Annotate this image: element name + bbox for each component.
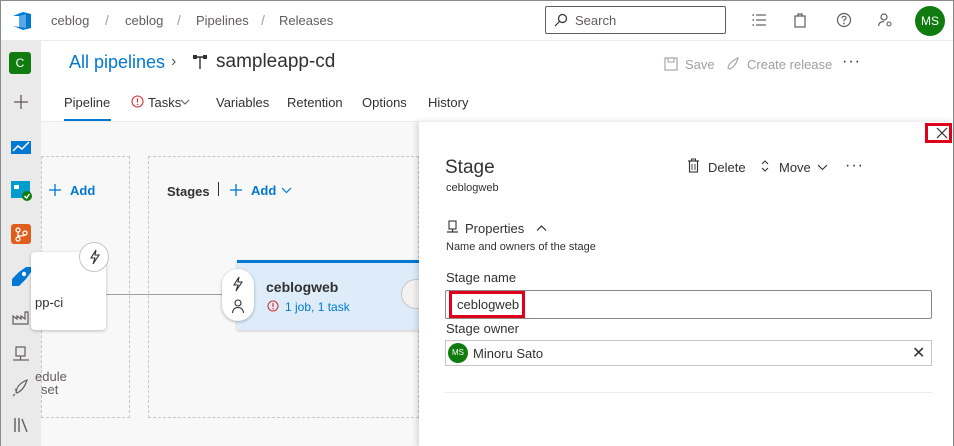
help-icon[interactable] [835, 11, 853, 29]
breadcrumb-pipelines[interactable]: Pipelines [196, 13, 249, 28]
warning-icon [131, 95, 144, 108]
breadcrumb-org[interactable]: ceblog [51, 13, 89, 28]
person-icon [231, 299, 245, 314]
add-stage-button[interactable]: Add [251, 183, 276, 198]
repos-icon[interactable] [8, 221, 34, 247]
panel-more-button[interactable]: ··· [845, 157, 864, 175]
stage-name-highlight [449, 291, 525, 318]
tab-pipeline[interactable]: Pipeline [64, 95, 110, 110]
pipeline-title: sampleapp-cd [216, 51, 336, 72]
user-settings-icon[interactable] [876, 11, 894, 29]
chevron-down-icon [180, 99, 190, 105]
project-badge[interactable]: C [9, 52, 31, 74]
stage-card-jobs-link[interactable]: 1 job, 1 task [285, 300, 350, 314]
schedule-line-2: set [41, 382, 59, 397]
tab-options[interactable]: Options [362, 95, 407, 110]
breadcrumb-separator: / [177, 12, 181, 28]
release-pipeline-icon [193, 55, 207, 69]
pipeline-connector [106, 294, 224, 295]
stage-name-label: Stage name [446, 270, 517, 285]
plus-icon[interactable] [8, 89, 34, 115]
delete-stage-button[interactable]: Delete [708, 160, 746, 175]
library-icon[interactable] [8, 412, 34, 438]
agent-icon [447, 220, 458, 233]
tab-history[interactable]: History [428, 95, 468, 110]
properties-toggle[interactable]: Properties [465, 221, 524, 236]
add-artifact-button[interactable]: Add [70, 183, 95, 198]
save-icon [664, 57, 678, 71]
tab-variables[interactable]: Variables [216, 95, 269, 110]
breadcrumb-project[interactable]: ceblog [125, 13, 163, 28]
properties-description: Name and owners of the stage [446, 241, 596, 253]
plus-icon [49, 184, 61, 196]
search-icon [554, 13, 568, 27]
breadcrumb-separator: / [261, 12, 265, 28]
chevron-down-icon[interactable] [281, 186, 292, 194]
header-chevron: › [171, 53, 177, 70]
stage-owner-label: Stage owner [446, 321, 519, 336]
pre-deployment-conditions[interactable] [222, 269, 254, 321]
tab-tasks[interactable]: Tasks [148, 95, 181, 110]
lightning-icon [90, 249, 101, 265]
chevron-up-icon[interactable] [536, 224, 547, 232]
clear-owner-button[interactable]: ✕ [912, 343, 925, 363]
stage-card[interactable] [237, 260, 419, 330]
overview-icon[interactable] [8, 133, 34, 159]
artifact-name: pp-ci [35, 295, 64, 310]
schedule-text[interactable]: edule set [35, 370, 67, 396]
owner-name: Minoru Sato [473, 346, 544, 361]
breadcrumb-releases[interactable]: Releases [279, 13, 333, 28]
rocket-icon [727, 57, 739, 70]
shopping-bag-icon[interactable] [791, 11, 809, 29]
panel-subtitle: ceblogweb [446, 182, 499, 194]
all-pipelines-link[interactable]: All pipelines [69, 52, 165, 73]
boards-icon[interactable] [8, 177, 34, 203]
azure-devops-logo-icon[interactable] [11, 10, 33, 32]
lightning-icon [233, 276, 244, 292]
warning-icon [267, 300, 279, 312]
stage-card-name[interactable]: ceblogweb [266, 279, 338, 295]
panel-title: Stage [445, 157, 495, 178]
search-box[interactable]: Search [545, 6, 726, 34]
rocket-icon[interactable] [8, 374, 34, 400]
move-stage-button[interactable]: Move [779, 160, 811, 175]
panel-divider [445, 392, 932, 393]
search-placeholder: Search [575, 13, 617, 28]
list-icon[interactable] [751, 11, 769, 29]
close-button-highlight [925, 123, 952, 143]
create-release-button[interactable]: Create release [747, 57, 832, 72]
stages-separator [218, 182, 219, 196]
top-bar: ceblog / ceblog / Pipelines / Releases S… [1, 1, 953, 41]
deployment-group-icon[interactable] [8, 341, 34, 367]
plus-icon [230, 184, 242, 196]
tab-retention[interactable]: Retention [287, 95, 343, 110]
breadcrumb-separator: / [105, 12, 109, 28]
continuous-deployment-trigger[interactable] [79, 242, 109, 272]
owner-avatar: MS [448, 343, 468, 363]
move-icon [761, 160, 769, 172]
save-button[interactable]: Save [685, 57, 715, 72]
chevron-down-icon[interactable] [817, 163, 828, 171]
trash-icon [688, 158, 699, 173]
stages-label: Stages [167, 184, 210, 199]
user-avatar[interactable]: MS [915, 6, 945, 36]
more-actions-button[interactable]: ··· [842, 53, 861, 71]
